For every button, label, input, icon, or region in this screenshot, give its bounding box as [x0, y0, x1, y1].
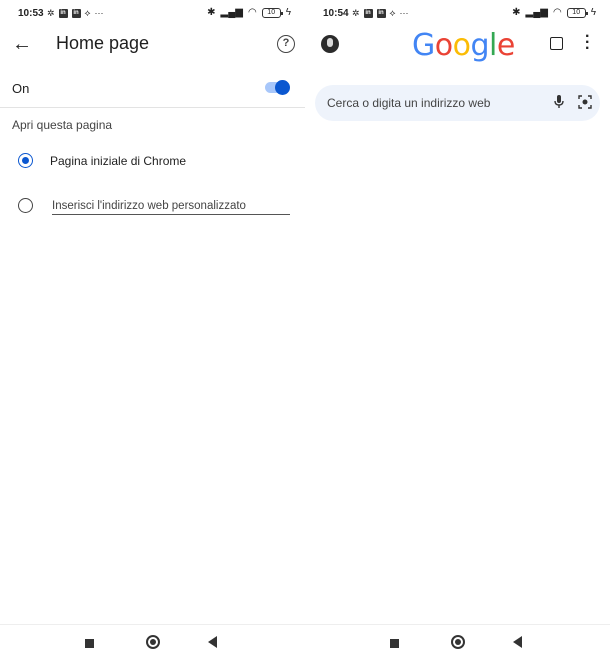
linkedin-icon: in [71, 8, 81, 18]
more-icon: ··· [94, 8, 104, 18]
nav-back-icon[interactable] [513, 636, 522, 648]
toggle-label: On [12, 81, 30, 96]
google-logo-letter: g [470, 28, 490, 63]
tab-switcher-icon[interactable] [550, 37, 563, 50]
toggle-thumb [275, 80, 290, 95]
google-logo-letter: l [489, 28, 497, 63]
status-notification-icons: ✲ in in ⟡ ··· [352, 8, 409, 18]
home-icon[interactable] [146, 635, 160, 649]
more-menu-icon[interactable]: · · · [585, 29, 590, 57]
battery-icon: 10 [261, 7, 283, 18]
status-bar: 10:53 ✲ in in ⟡ ··· ✱ ▂▄▆ ◠ 10 ϟ [0, 0, 305, 28]
sync-icon: ⟡ [84, 8, 91, 18]
recents-icon[interactable] [390, 639, 399, 648]
status-time: 10:53 [18, 8, 44, 19]
status-time: 10:54 [323, 8, 349, 19]
back-arrow-icon[interactable]: ← [12, 33, 32, 56]
status-bar: 10:54 ✲ in in ⟡ ··· ✱ ▂▄▆ ◠ 10 ϟ [305, 0, 610, 28]
home-icon[interactable] [451, 635, 465, 649]
bluetooth-icon: ✱ [207, 7, 216, 18]
home-page-toggle[interactable] [265, 80, 290, 95]
charging-icon: ϟ [590, 7, 596, 18]
radio-custom-address[interactable] [18, 198, 33, 213]
search-box[interactable]: Cerca o digita un indirizzo web [315, 85, 600, 121]
custom-address-input[interactable] [52, 198, 290, 215]
status-notification-icons: ✲ in in ⟡ ··· [47, 8, 104, 18]
linkedin-icon: in [363, 8, 373, 18]
charging-icon: ϟ [285, 7, 291, 18]
status-system-icons: ✱ ▂▄▆ ◠ 10 ϟ [207, 7, 291, 18]
google-logo-letter: e [496, 28, 515, 63]
microphone-icon[interactable] [552, 94, 566, 110]
nav-back-icon[interactable] [208, 636, 217, 648]
linkedin-icon: in [58, 8, 68, 18]
option-chrome-homepage-label[interactable]: Pagina iniziale di Chrome [50, 154, 186, 168]
wifi-icon: ◠ [247, 7, 257, 18]
wifi-icon: ◠ [552, 7, 562, 18]
signal-icon: ▂▄▆ [220, 7, 243, 18]
signal-icon: ▂▄▆ [525, 7, 548, 18]
camera-lens-icon[interactable] [578, 95, 592, 109]
section-label: Apri questa pagina [12, 118, 113, 132]
battery-icon: 10 [566, 7, 588, 18]
radio-chrome-homepage[interactable] [18, 153, 33, 168]
gear-icon: ✲ [47, 8, 55, 18]
google-logo: Google [412, 28, 515, 63]
avatar[interactable] [321, 35, 339, 53]
divider [0, 107, 305, 108]
gear-icon: ✲ [352, 8, 360, 18]
sync-icon: ⟡ [389, 8, 396, 18]
linkedin-icon: in [376, 8, 386, 18]
google-logo-letter: G [412, 28, 435, 63]
google-logo-letter: o [434, 28, 453, 63]
recents-icon[interactable] [85, 639, 94, 648]
settings-screen: 10:53 ✲ in in ⟡ ··· ✱ ▂▄▆ ◠ 10 ϟ ← Home … [0, 0, 305, 661]
more-icon: ··· [399, 8, 409, 18]
chrome-new-tab-screen: 10:54 ✲ in in ⟡ ··· ✱ ▂▄▆ ◠ 10 ϟ Google … [305, 0, 610, 661]
nav-bar [305, 624, 610, 661]
help-icon[interactable]: ? [277, 35, 295, 53]
google-logo-letter: o [452, 28, 471, 63]
page-title: Home page [56, 33, 150, 53]
bluetooth-icon: ✱ [512, 7, 521, 18]
status-system-icons: ✱ ▂▄▆ ◠ 10 ϟ [512, 7, 596, 18]
nav-bar [0, 624, 305, 661]
search-placeholder: Cerca o digita un indirizzo web [327, 96, 491, 110]
